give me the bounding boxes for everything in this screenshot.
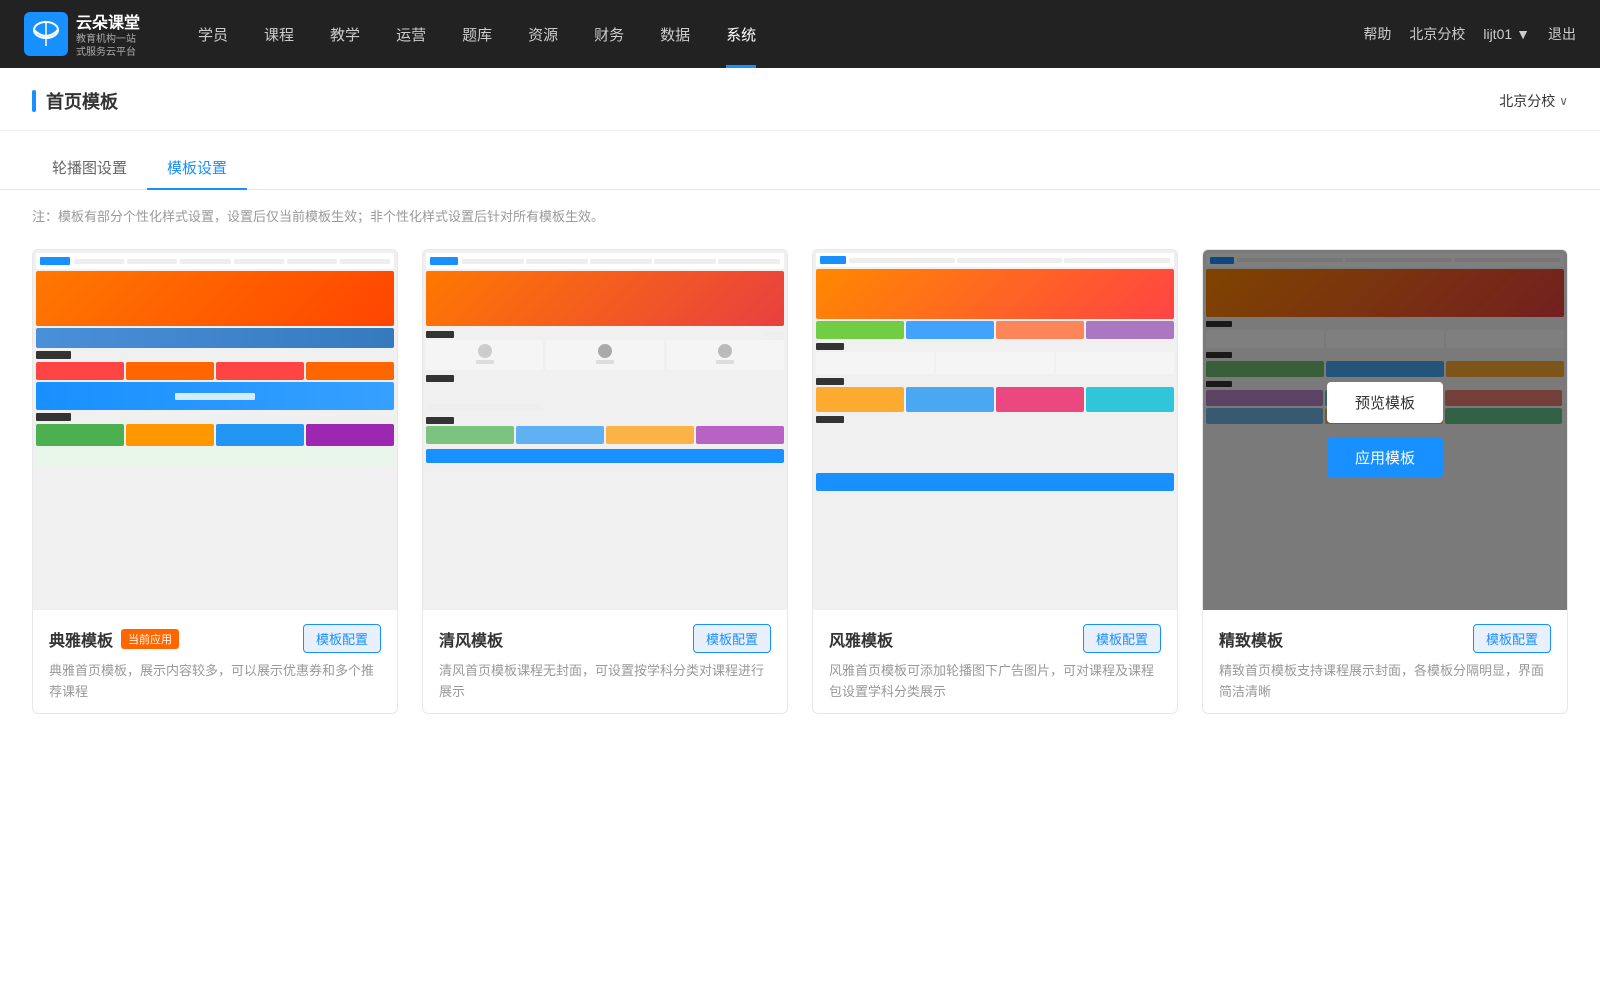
template-preview-2: 预览模板 应用模板	[423, 250, 787, 610]
chevron-down-icon: ∨	[1559, 94, 1568, 108]
template-preview-1: 预览模板 应用模板	[33, 250, 397, 610]
template-info-3: 风雅模板 模板配置 风雅首页模板可添加轮播图下广告图片，可对课程及课程包设置学科…	[813, 610, 1177, 713]
logo[interactable]: 云朵课堂 教育机构一站 式服务云平台	[24, 9, 140, 59]
template-card-2[interactable]: 预览模板 应用模板 清风模板 模板配置 清风首页模板课程无封面，可设置按学科分类…	[422, 249, 788, 714]
preview-btn-2[interactable]: 预览模板	[547, 382, 663, 423]
nav-item-finance[interactable]: 财务	[576, 0, 642, 68]
apply-btn-3[interactable]: 应用模板	[937, 437, 1053, 478]
page-container: 首页模板 北京分校 ∨ 轮播图设置 模板设置 注：模板有部分个性化样式设置，设置…	[0, 68, 1600, 990]
template-desc-4: 精致首页模板支持课程展示封面，各模板分隔明显，界面简洁清晰	[1219, 661, 1551, 703]
template-card-4[interactable]: 预览模板 应用模板 精致模板 模板配置 精致首页模板支持课程展示封面，各模板分隔…	[1202, 249, 1568, 714]
tab-carousel[interactable]: 轮播图设置	[32, 147, 147, 190]
tab-template[interactable]: 模板设置	[147, 147, 247, 190]
template-name-row-3: 风雅模板 模板配置	[829, 624, 1161, 653]
logo-text: 云朵课堂 教育机构一站 式服务云平台	[76, 9, 140, 59]
apply-btn-2[interactable]: 应用模板	[547, 437, 663, 478]
help-link[interactable]: 帮助	[1363, 24, 1391, 44]
template-info-4: 精致模板 模板配置 精致首页模板支持课程展示封面，各模板分隔明显，界面简洁清晰	[1203, 610, 1567, 713]
template-desc-3: 风雅首页模板可添加轮播图下广告图片，可对课程及课程包设置学科分类展示	[829, 661, 1161, 703]
template-name-left-4: 精致模板	[1219, 627, 1283, 651]
page-title-wrapper: 首页模板	[32, 88, 118, 114]
template-name-1: 典雅模板	[49, 627, 113, 651]
nav-item-system[interactable]: 系统	[708, 0, 774, 68]
preview-btn-3[interactable]: 预览模板	[937, 382, 1053, 423]
page-title: 首页模板	[46, 88, 118, 114]
template-name-left-2: 清风模板	[439, 627, 503, 651]
template-name-3: 风雅模板	[829, 627, 893, 651]
apply-btn-1[interactable]: 应用模板	[157, 437, 273, 478]
badge-current-1: 当前应用	[121, 629, 179, 649]
logout-link[interactable]: 退出	[1548, 24, 1576, 44]
template-card-1[interactable]: 预览模板 应用模板 典雅模板 当前应用 模板配置 典雅首页模板，展示内容较多，可…	[32, 249, 398, 714]
tabs-wrapper: 轮播图设置 模板设置	[0, 131, 1600, 190]
template-name-left-3: 风雅模板	[829, 627, 893, 651]
navbar: 云朵课堂 教育机构一站 式服务云平台 学员 课程 教学 运营 题库 资源 财务 …	[0, 0, 1600, 68]
template-info-1: 典雅模板 当前应用 模板配置 典雅首页模板，展示内容较多，可以展示优惠券和多个推…	[33, 610, 397, 713]
template-desc-2: 清风首页模板课程无封面，可设置按学科分类对课程进行展示	[439, 661, 771, 703]
logo-icon	[24, 12, 68, 56]
template-info-2: 清风模板 模板配置 清风首页模板课程无封面，可设置按学科分类对课程进行展示	[423, 610, 787, 713]
nav-item-course[interactable]: 课程	[246, 0, 312, 68]
navbar-nav: 学员 课程 教学 运营 题库 资源 财务 数据 系统	[180, 0, 1363, 68]
user-menu[interactable]: lijt01 ▼	[1483, 26, 1530, 42]
config-btn-4[interactable]: 模板配置	[1473, 624, 1551, 653]
nav-item-question[interactable]: 题库	[444, 0, 510, 68]
school-link[interactable]: 北京分校	[1409, 24, 1465, 44]
note-text: 注：模板有部分个性化样式设置，设置后仅当前模板生效；非个性化样式设置后针对所有模…	[32, 209, 604, 224]
template-name-row-4: 精致模板 模板配置	[1219, 624, 1551, 653]
nav-item-student[interactable]: 学员	[180, 0, 246, 68]
template-name-2: 清风模板	[439, 627, 503, 651]
template-preview-4: 预览模板 应用模板	[1203, 250, 1567, 610]
page-header: 首页模板 北京分校 ∨	[0, 68, 1600, 131]
nav-item-teaching[interactable]: 教学	[312, 0, 378, 68]
config-btn-1[interactable]: 模板配置	[303, 624, 381, 653]
preview-btn-4[interactable]: 预览模板	[1327, 382, 1443, 423]
template-preview-3: 预览模板 应用模板	[813, 250, 1177, 610]
location-selector[interactable]: 北京分校 ∨	[1499, 91, 1568, 111]
templates-grid: 预览模板 应用模板 典雅模板 当前应用 模板配置 典雅首页模板，展示内容较多，可…	[0, 233, 1600, 754]
page-title-bar	[32, 90, 36, 112]
template-name-left-1: 典雅模板 当前应用	[49, 627, 179, 651]
nav-item-resource[interactable]: 资源	[510, 0, 576, 68]
apply-btn-4[interactable]: 应用模板	[1327, 437, 1443, 478]
location-name: 北京分校	[1499, 91, 1555, 111]
template-card-3[interactable]: 预览模板 应用模板 风雅模板 模板配置 风雅首页模板可添加轮播图下广告图片，可对…	[812, 249, 1178, 714]
template-overlay-4: 预览模板 应用模板	[1203, 250, 1567, 610]
config-btn-3[interactable]: 模板配置	[1083, 624, 1161, 653]
template-name-4: 精致模板	[1219, 627, 1283, 651]
note-bar: 注：模板有部分个性化样式设置，设置后仅当前模板生效；非个性化样式设置后针对所有模…	[0, 190, 1600, 233]
nav-item-operation[interactable]: 运营	[378, 0, 444, 68]
template-desc-1: 典雅首页模板，展示内容较多，可以展示优惠券和多个推荐课程	[49, 661, 381, 703]
navbar-right: 帮助 北京分校 lijt01 ▼ 退出	[1363, 24, 1576, 44]
nav-item-data[interactable]: 数据	[642, 0, 708, 68]
template-name-row-1: 典雅模板 当前应用 模板配置	[49, 624, 381, 653]
config-btn-2[interactable]: 模板配置	[693, 624, 771, 653]
template-name-row-2: 清风模板 模板配置	[439, 624, 771, 653]
preview-btn-1[interactable]: 预览模板	[157, 382, 273, 423]
